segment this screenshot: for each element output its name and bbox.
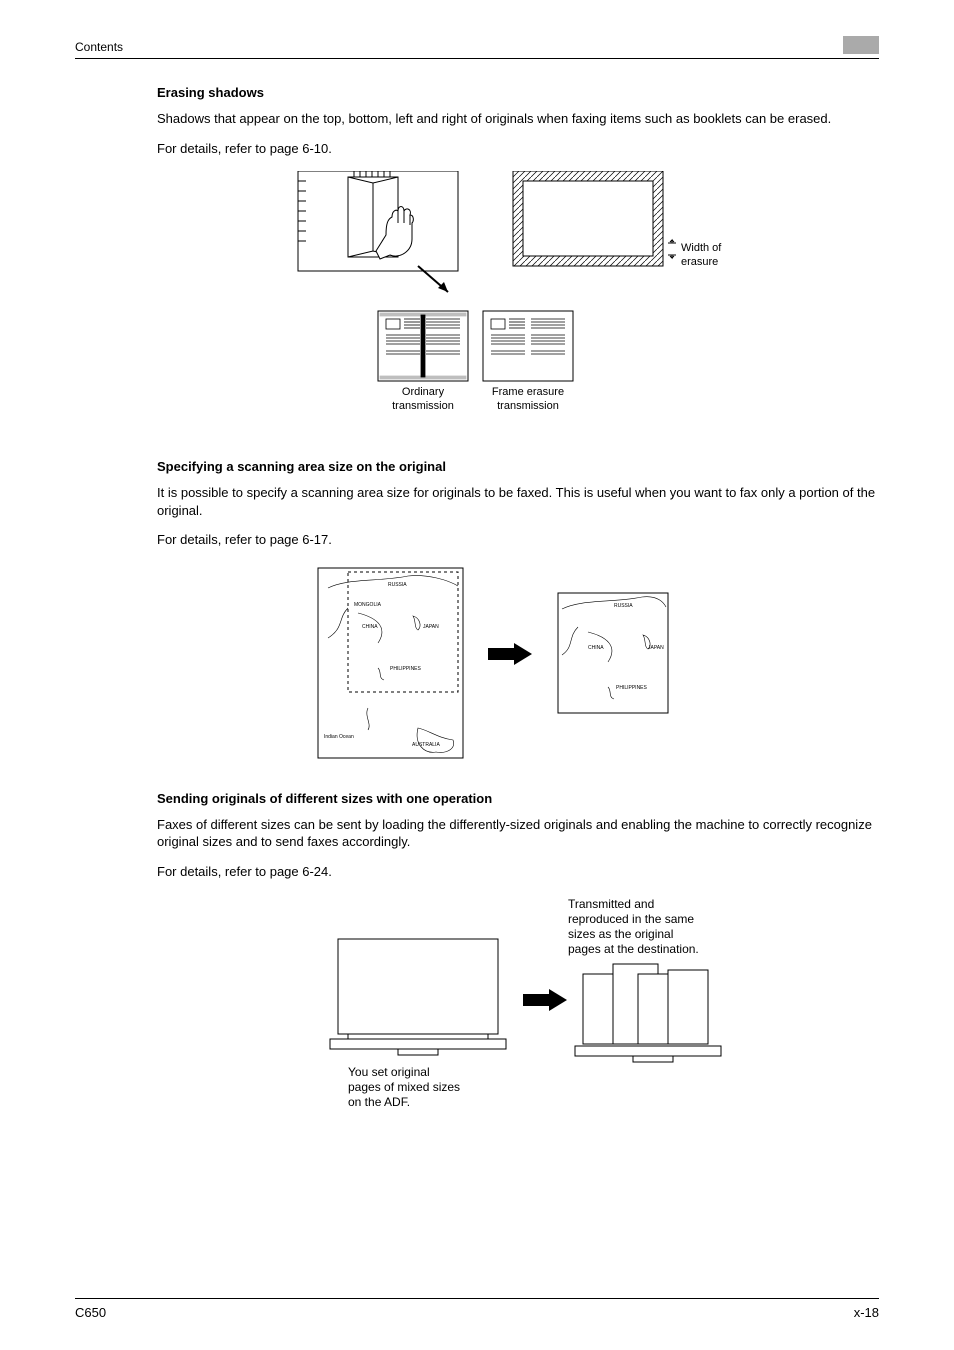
width-label: Width of xyxy=(681,242,722,254)
section-title-erasing: Erasing shadows xyxy=(157,85,879,100)
frame-label: transmission xyxy=(497,400,559,412)
page-header: Contents xyxy=(75,40,879,59)
map-label: CHINA xyxy=(588,645,604,651)
header-tab-icon xyxy=(843,36,879,54)
map-label: JAPAN xyxy=(648,645,664,651)
map-label: PHILIPPINES xyxy=(390,666,422,672)
section-body: Shadows that appear on the top, bottom, … xyxy=(157,110,879,128)
page-footer: C650 x-18 xyxy=(75,1298,879,1320)
section-title-scanarea: Specifying a scanning area size on the o… xyxy=(157,459,879,474)
frame-label: Frame erasure xyxy=(492,386,564,398)
caption-bottom: pages of mixed sizes xyxy=(348,1080,460,1094)
section-body: It is possible to specify a scanning are… xyxy=(157,484,879,519)
map-label: CHINA xyxy=(362,624,378,630)
map-label: MONGOLIA xyxy=(354,602,382,608)
caption-top: Transmitted and xyxy=(568,897,654,911)
width-label: erasure xyxy=(681,256,718,268)
section-body: For details, refer to page 6-24. xyxy=(157,863,879,881)
map-label: PHILIPPINES xyxy=(616,685,648,691)
caption-bottom: You set original xyxy=(348,1065,430,1079)
figure-mixed-sizes: Transmitted and reproduced in the same s… xyxy=(157,894,879,1124)
caption-top: sizes as the original xyxy=(568,927,673,941)
section-body: Faxes of different sizes can be sent by … xyxy=(157,816,879,851)
section-body: For details, refer to page 6-17. xyxy=(157,531,879,549)
figure-scan-area: RUSSIA MONGOLIA CHINA JAPAN PHILIPPINES … xyxy=(157,563,879,763)
map-label: RUSSIA xyxy=(388,582,407,588)
caption-top: pages at the destination. xyxy=(568,942,699,956)
header-section-label: Contents xyxy=(75,40,123,54)
section-body: For details, refer to page 6-10. xyxy=(157,140,879,158)
map-label: RUSSIA xyxy=(614,603,633,609)
caption-bottom: on the ADF. xyxy=(348,1095,410,1109)
section-title-mixedsize: Sending originals of different sizes wit… xyxy=(157,791,879,806)
ordinary-label: Ordinary xyxy=(402,386,445,398)
map-label: AUSTRALIA xyxy=(412,742,440,748)
page-content: Erasing shadows Shadows that appear on t… xyxy=(157,85,879,1124)
map-label: Indian Ocean xyxy=(324,734,354,740)
caption-top: reproduced in the same xyxy=(568,912,694,926)
ordinary-label: transmission xyxy=(392,400,454,412)
figure-erasing-shadows: Width of erasure xyxy=(157,171,879,431)
footer-page: x-18 xyxy=(854,1305,879,1320)
footer-model: C650 xyxy=(75,1305,106,1320)
page: Contents Erasing shadows Shadows that ap… xyxy=(0,0,954,1350)
map-label: JAPAN xyxy=(423,624,439,630)
